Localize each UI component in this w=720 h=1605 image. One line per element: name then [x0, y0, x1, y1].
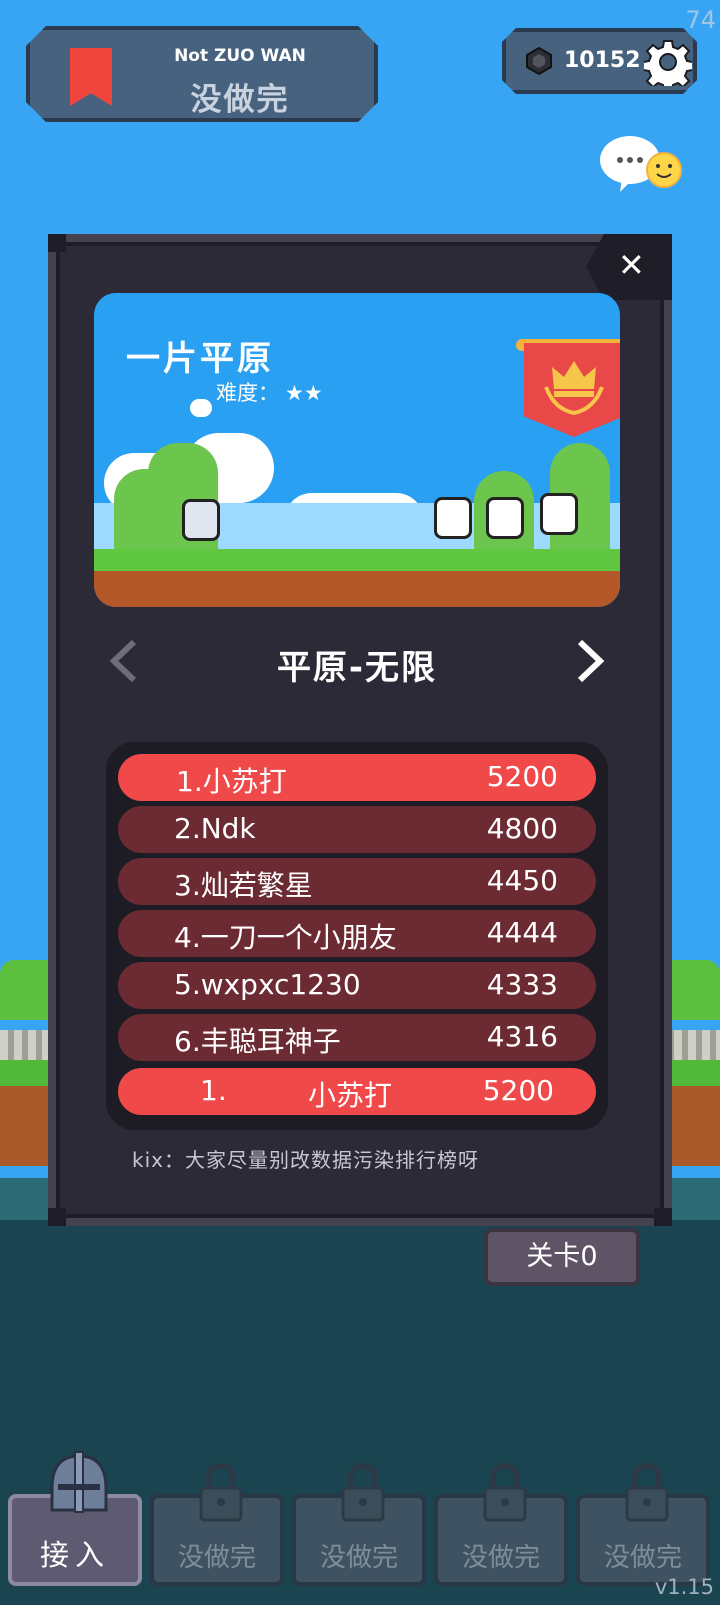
- tab-label: 没做完: [177, 1543, 256, 1573]
- my-name: 小苏打: [308, 1079, 393, 1112]
- row-rank-name: 2.Ndk: [174, 812, 256, 845]
- bottom-tabbar: 接入 没做完 没做完 没做完 没做完: [0, 1444, 720, 1594]
- tab-label: 没做完: [461, 1543, 540, 1573]
- enemy-sprite: [434, 497, 472, 539]
- row-rank-name: 3.灿若繁星: [174, 869, 313, 902]
- fps-counter: 74: [685, 6, 716, 34]
- lock-icon: [483, 1462, 527, 1522]
- lock-icon: [341, 1462, 385, 1522]
- chat-icon[interactable]: [600, 134, 684, 194]
- knight-sprite: [182, 499, 220, 541]
- row-rank-name: 1.小苏打: [176, 765, 287, 798]
- currency-value: 10152: [564, 48, 641, 73]
- close-button[interactable]: ✕: [586, 234, 672, 300]
- crown-banner[interactable]: [524, 343, 620, 437]
- my-rank: 1.: [200, 1074, 227, 1107]
- helmet-icon: [50, 1451, 108, 1513]
- notice-text: kix：大家尽量别改数据污染排行榜呀: [132, 1148, 479, 1172]
- cloud: [190, 399, 212, 417]
- row-score: 4450: [486, 864, 558, 897]
- enemy-sprite: [540, 493, 578, 535]
- dirt: [94, 571, 620, 607]
- row-score: 4800: [486, 812, 558, 845]
- mode-name: 平原-无限: [276, 648, 438, 688]
- mode-panel[interactable]: Not ZUO WAN 没做完: [26, 26, 378, 122]
- leaderboard-row: 4.一刀一个小朋友 4444: [118, 910, 596, 957]
- mode-subtitle: Not ZUO WAN: [174, 46, 306, 66]
- tab-locked[interactable]: 没做完: [576, 1462, 710, 1586]
- difficulty-label: 难度：: [216, 381, 279, 405]
- difficulty: 难度： ★★: [216, 377, 323, 407]
- close-icon: ✕: [618, 246, 645, 284]
- leaderboard-row: 5.wxpxc1230 4333: [118, 962, 596, 1009]
- currency-panel: 10152: [502, 28, 697, 94]
- tab-locked[interactable]: 没做完: [292, 1462, 426, 1586]
- version-label: v1.15: [654, 1575, 714, 1599]
- corner-deco: [48, 234, 66, 252]
- tab-label: 没做完: [603, 1543, 682, 1573]
- lock-icon: [199, 1462, 243, 1522]
- grass: [94, 549, 620, 571]
- row-rank-name: 4.一刀一个小朋友: [174, 921, 397, 954]
- bookmark-icon: [70, 48, 112, 106]
- leaderboard-row: 3.灿若繁星 4450: [118, 858, 596, 905]
- tab-label: 没做完: [319, 1543, 398, 1573]
- my-rank-row: 1. 小苏打 5200: [118, 1068, 596, 1115]
- level-button[interactable]: 关卡0: [484, 1228, 640, 1286]
- lock-icon: [625, 1462, 669, 1522]
- leaderboard: 1.小苏打 5200 2.Ndk 4800 3.灿若繁星 4450 4.一刀一个…: [106, 742, 608, 1130]
- row-score: 4444: [486, 916, 558, 949]
- crown-icon: [544, 361, 604, 416]
- mode-selector: 平原-无限: [94, 632, 620, 692]
- enemy-sprite: [486, 497, 524, 539]
- my-score: 5200: [482, 1074, 554, 1107]
- row-rank-name: 5.wxpxc1230: [174, 968, 361, 1001]
- leaderboard-row: 6.丰聪耳神子 4316: [118, 1014, 596, 1061]
- corner-deco: [654, 1208, 672, 1226]
- difficulty-stars: ★★: [285, 381, 323, 405]
- tab-join[interactable]: 接入: [8, 1451, 142, 1586]
- stage-preview: 一片平原 难度： ★★: [94, 293, 620, 607]
- row-score: 5200: [486, 760, 558, 793]
- tab-locked[interactable]: 没做完: [434, 1462, 568, 1586]
- row-score: 4333: [486, 968, 558, 1001]
- stage-modal: ✕ 一片平原 难度： ★★ 平原-无限 1.小苏打 5200 2.Ndk 480…: [48, 234, 672, 1226]
- row-rank-name: 6.丰聪耳神子: [174, 1025, 341, 1058]
- chevron-right-icon[interactable]: [572, 638, 608, 684]
- gem-icon: [524, 46, 554, 76]
- stage-name: 一片平原: [126, 339, 274, 379]
- tab-locked[interactable]: 没做完: [150, 1462, 284, 1586]
- leaderboard-row: 1.小苏打 5200: [118, 754, 596, 801]
- corner-deco: [48, 1208, 66, 1226]
- row-score: 4316: [486, 1020, 558, 1053]
- leaderboard-row: 2.Ndk 4800: [118, 806, 596, 853]
- gear-icon[interactable]: [644, 38, 692, 86]
- mode-title: 没做完: [190, 82, 290, 118]
- tab-label: 接入: [39, 1538, 110, 1572]
